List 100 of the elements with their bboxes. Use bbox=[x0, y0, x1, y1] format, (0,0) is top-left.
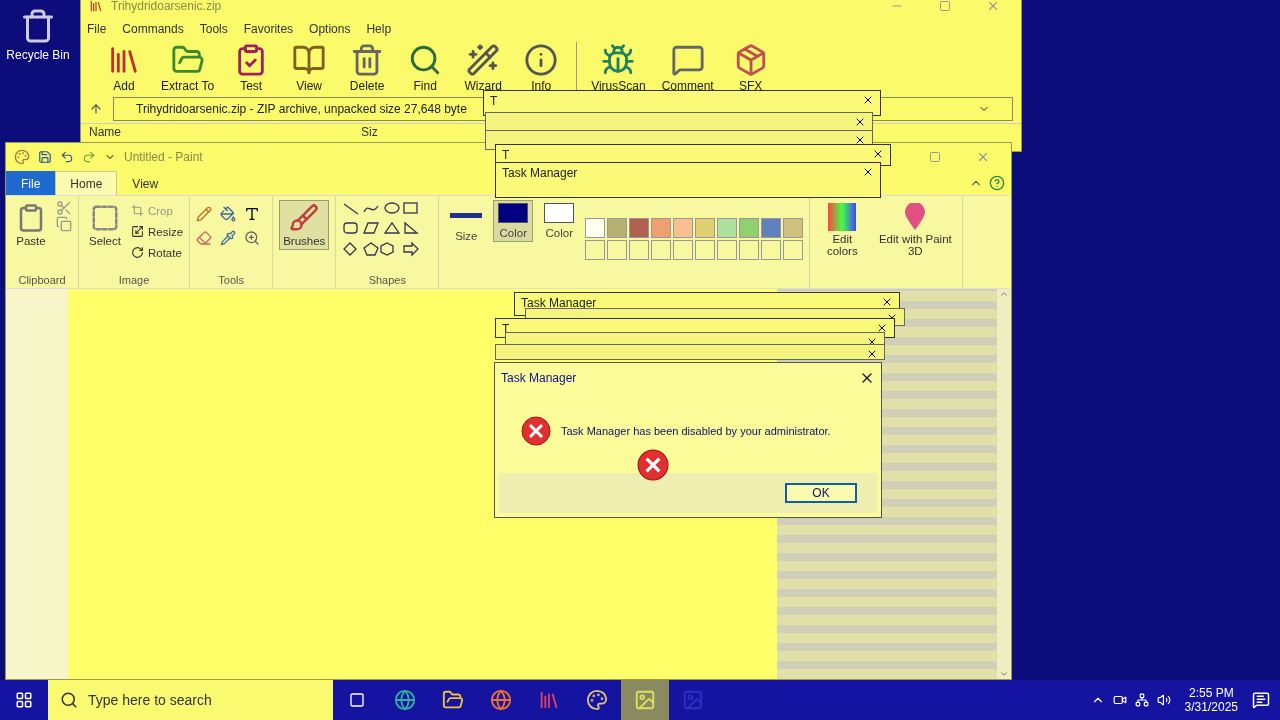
empty-swatch[interactable] bbox=[695, 240, 716, 260]
resize-button[interactable]: Resize bbox=[130, 221, 184, 242]
maximize-icon[interactable] bbox=[939, 0, 951, 12]
toolbar-button[interactable]: Find bbox=[398, 43, 453, 93]
help-icon[interactable] bbox=[989, 175, 1005, 191]
notification-icon[interactable] bbox=[1252, 691, 1270, 709]
undo-icon[interactable] bbox=[60, 150, 74, 164]
close-icon[interactable] bbox=[872, 148, 884, 160]
windows-logo-icon[interactable] bbox=[15, 691, 33, 709]
empty-swatch[interactable] bbox=[739, 240, 760, 260]
palette-swatch[interactable] bbox=[761, 218, 782, 238]
size-button[interactable]: Size bbox=[445, 200, 488, 245]
menu-item[interactable]: Help bbox=[366, 22, 392, 36]
error-icon bbox=[521, 416, 551, 446]
group-label: Tools bbox=[217, 274, 245, 286]
app-icon bbox=[89, 0, 103, 13]
palette-swatch[interactable] bbox=[651, 218, 672, 238]
menu-item[interactable]: Favorites bbox=[243, 22, 294, 36]
close-icon[interactable] bbox=[862, 94, 874, 106]
paint-3d-button[interactable]: Edit with Paint 3D bbox=[874, 200, 957, 260]
menu-item[interactable]: Commands bbox=[122, 22, 184, 36]
cut-icon[interactable] bbox=[56, 200, 72, 216]
palette-icon[interactable] bbox=[586, 689, 608, 711]
ribbon-tab[interactable]: Home bbox=[55, 171, 118, 195]
palette-swatch[interactable] bbox=[695, 218, 716, 238]
ribbon-tab[interactable]: File bbox=[6, 171, 56, 195]
menu-item[interactable]: File bbox=[87, 22, 107, 36]
text-tool-icon[interactable] bbox=[244, 206, 261, 222]
toolbar-button[interactable]: Extract To bbox=[155, 43, 221, 93]
folder-icon[interactable] bbox=[442, 689, 464, 711]
toolbar-button[interactable]: Test bbox=[224, 43, 279, 93]
close-icon[interactable] bbox=[876, 322, 888, 334]
scroll-down-icon[interactable] bbox=[999, 669, 1009, 679]
zoom-icon[interactable] bbox=[244, 230, 261, 246]
menu-item[interactable]: Options bbox=[309, 22, 351, 36]
palette-swatch[interactable] bbox=[717, 218, 738, 238]
toolbar-button[interactable]: VirusScan bbox=[585, 43, 652, 93]
close-icon[interactable] bbox=[854, 116, 866, 128]
close-icon[interactable] bbox=[862, 166, 874, 178]
palette-swatch[interactable] bbox=[783, 218, 804, 238]
edit-colors-button[interactable]: Edit colors bbox=[816, 200, 869, 260]
empty-swatch[interactable] bbox=[673, 240, 694, 260]
palette-swatch[interactable] bbox=[585, 218, 606, 238]
empty-swatch[interactable] bbox=[607, 240, 628, 260]
scroll-up-icon[interactable] bbox=[999, 289, 1009, 299]
brushes-button[interactable]: Brushes bbox=[279, 200, 330, 250]
network-icon[interactable] bbox=[1134, 693, 1149, 707]
group-label: Image bbox=[117, 274, 151, 286]
menu-item[interactable]: Tools bbox=[199, 22, 228, 36]
column-header[interactable]: Name bbox=[89, 125, 121, 139]
task-view-icon[interactable] bbox=[349, 692, 365, 708]
empty-swatch[interactable] bbox=[761, 240, 782, 260]
fill-icon[interactable] bbox=[220, 206, 237, 222]
toolbar-button[interactable]: Wizard bbox=[456, 43, 511, 93]
close-icon[interactable] bbox=[866, 348, 878, 360]
toolbar-button[interactable]: Comment bbox=[655, 43, 720, 93]
palette-swatch[interactable] bbox=[673, 218, 694, 238]
toolbar-button[interactable]: SFX bbox=[723, 43, 778, 93]
close-icon[interactable] bbox=[881, 296, 893, 308]
camera-icon[interactable] bbox=[1112, 693, 1127, 707]
copy-icon[interactable] bbox=[56, 216, 72, 232]
palette-swatch[interactable] bbox=[739, 218, 760, 238]
palette-swatch[interactable] bbox=[607, 218, 628, 238]
empty-swatch[interactable] bbox=[651, 240, 672, 260]
speech-bubble-icon bbox=[670, 43, 705, 77]
select-button[interactable]: Select bbox=[85, 200, 125, 250]
close-icon[interactable] bbox=[854, 134, 866, 146]
scrollbar[interactable] bbox=[997, 289, 1011, 679]
paste-button[interactable]: Paste bbox=[12, 200, 50, 250]
recycle-bin-icon[interactable] bbox=[20, 8, 56, 44]
browser-icon[interactable] bbox=[490, 689, 512, 711]
column-header[interactable]: Siz bbox=[361, 125, 378, 139]
redo-icon[interactable] bbox=[82, 150, 96, 164]
maximize-icon[interactable] bbox=[929, 151, 941, 163]
empty-swatch[interactable] bbox=[585, 240, 606, 260]
clock-date[interactable]: 3/31/2025 bbox=[1184, 700, 1238, 714]
ok-button[interactable]: OK bbox=[785, 483, 857, 503]
toolbar-button[interactable]: Add bbox=[97, 43, 151, 93]
volume-icon[interactable] bbox=[1156, 693, 1171, 707]
books-icon[interactable] bbox=[538, 689, 560, 711]
clock-time[interactable]: 2:55 PM bbox=[1188, 686, 1234, 700]
palette-swatch[interactable] bbox=[629, 218, 650, 238]
pencil-icon[interactable] bbox=[196, 206, 213, 222]
desktop-icon-label[interactable]: Recycle Bin bbox=[6, 48, 70, 62]
toolbar-button[interactable]: Info bbox=[514, 43, 569, 93]
rotate-button[interactable]: Rotate bbox=[130, 242, 184, 263]
ribbon-tab[interactable]: View bbox=[117, 171, 174, 195]
empty-swatch[interactable] bbox=[629, 240, 650, 260]
toolbar-button[interactable]: Delete bbox=[340, 43, 395, 93]
color-button[interactable]: Color bbox=[539, 200, 580, 242]
color-button[interactable]: Color bbox=[493, 200, 534, 242]
save-icon[interactable] bbox=[38, 150, 52, 164]
empty-swatch[interactable] bbox=[717, 240, 738, 260]
eraser-icon[interactable] bbox=[196, 230, 213, 246]
pipette-icon[interactable] bbox=[220, 230, 237, 246]
search-field[interactable]: Type here to search bbox=[48, 680, 333, 720]
browser-icon[interactable] bbox=[394, 689, 416, 711]
empty-swatch[interactable] bbox=[783, 240, 804, 260]
toolbar-button[interactable]: View bbox=[282, 43, 337, 93]
resize-icon bbox=[130, 225, 144, 238]
